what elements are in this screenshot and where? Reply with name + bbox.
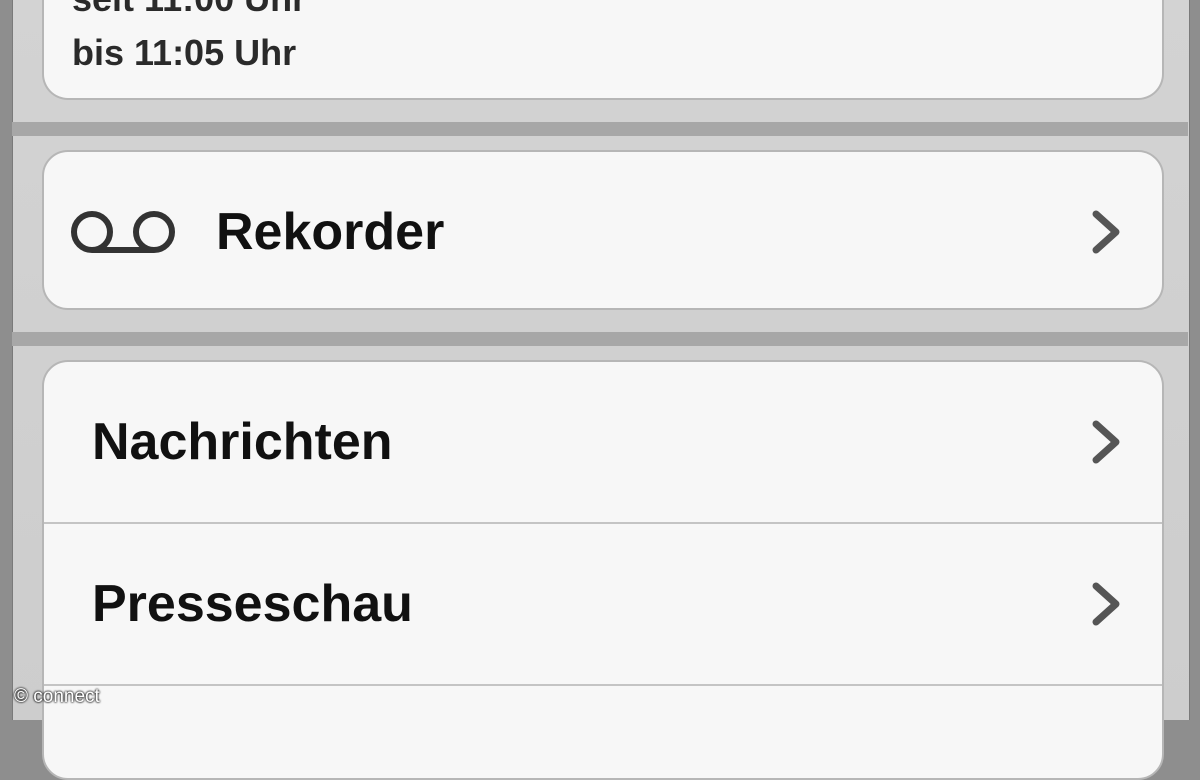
recorder-label: Rekorder [216,203,445,261]
recorder-card[interactable]: Rekorder [42,150,1164,310]
menu-list-card: Nachrichten Presseschau [42,360,1164,780]
chevron-right-icon [1090,582,1124,626]
menu-item-nachrichten[interactable]: Nachrichten [44,362,1162,522]
voicemail-icon [68,207,178,257]
schedule-card: seit 11:00 Uhr bis 11:05 Uhr [42,0,1164,100]
chevron-right-icon [1090,210,1124,254]
menu-item-presseschau[interactable]: Presseschau [44,524,1162,684]
section-divider [12,332,1188,346]
section-divider [12,122,1188,136]
menu-item-label: Presseschau [92,575,413,633]
schedule-since-text: seit 11:00 Uhr [72,0,306,20]
menu-item-label: Nachrichten [92,413,393,471]
chevron-right-icon [1090,420,1124,464]
schedule-until-text: bis 11:05 Uhr [72,32,297,73]
recorder-row[interactable]: Rekorder [44,152,1162,308]
row-separator [44,684,1162,686]
watermark-text: © connect [14,686,100,707]
